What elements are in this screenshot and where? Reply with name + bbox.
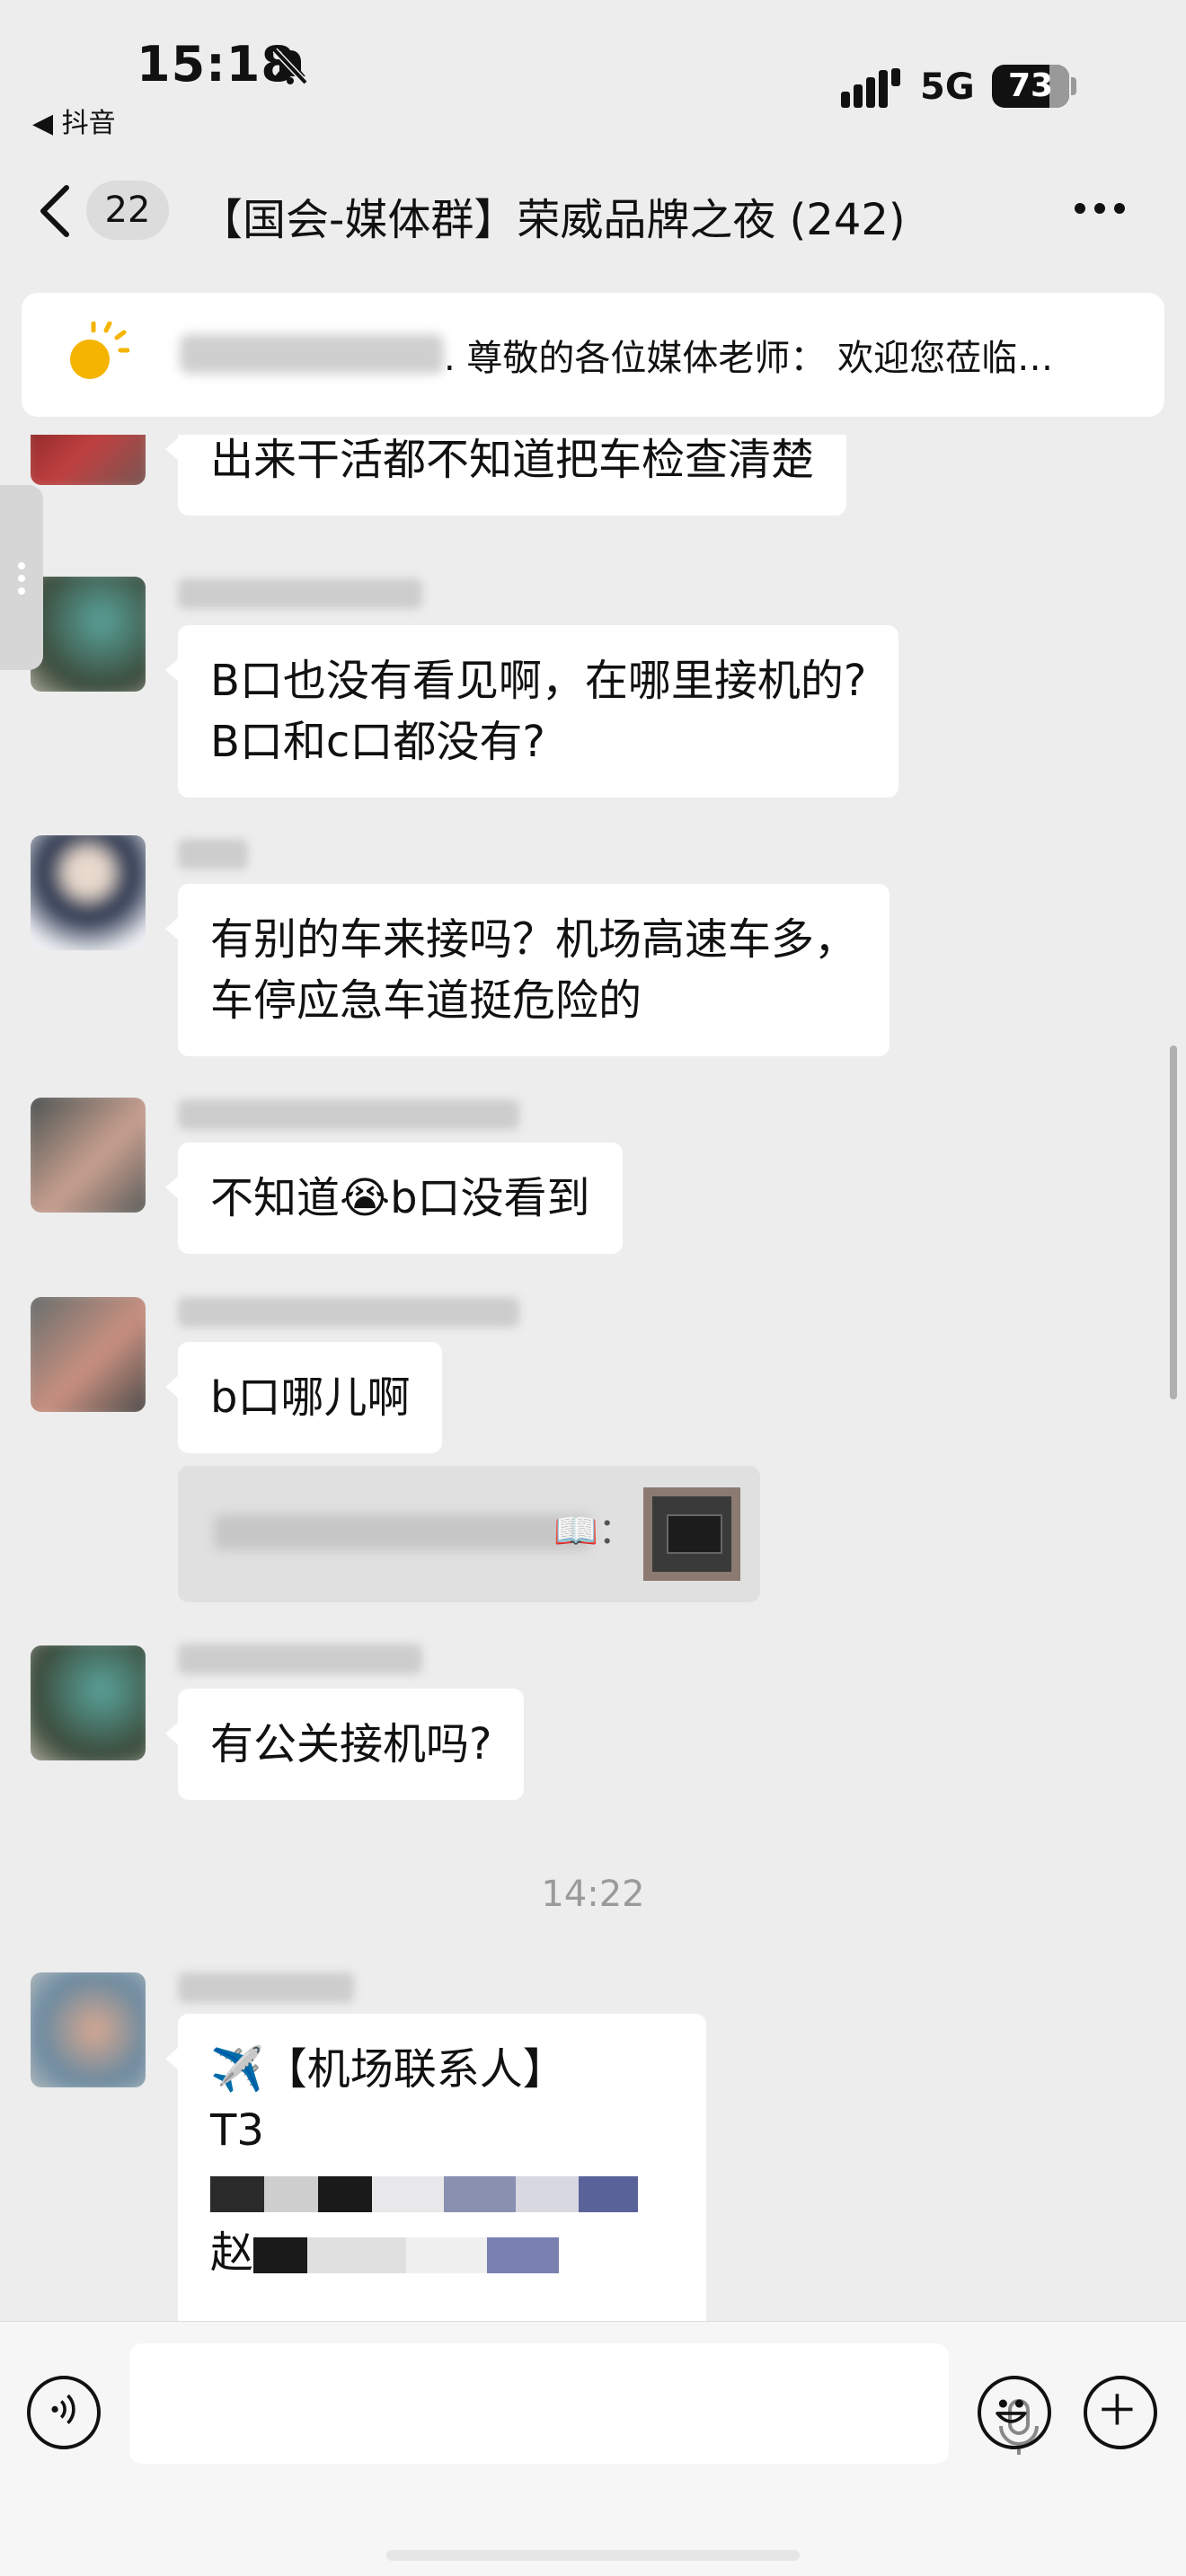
back-to-app-link[interactable]: ◀ 抖音 <box>32 101 116 140</box>
redacted-line-2: 赵 <box>210 2222 674 2283</box>
voice-icon[interactable] <box>27 2376 101 2449</box>
quoted-reply[interactable]: 📖： <box>178 1466 760 1602</box>
message-bubble[interactable]: B口也没有看见啊，在哪里接机的? B口和c口都没有? <box>164 625 899 798</box>
message-timestamp: 14:22 <box>541 1874 645 1915</box>
pinned-announcement[interactable]: . 尊敬的各位媒体老师： 欢迎您莅临… <box>22 293 1164 417</box>
message-bubble[interactable]: 有别的车来接吗？机场高速车多， 车停应急车道挺危险的 <box>164 884 890 1056</box>
quoted-sender-redacted <box>214 1514 591 1550</box>
nickname-redacted <box>178 1972 354 2003</box>
message-list[interactable]: 出来干活都不知道把车检查清楚 B口也没有看见啊，在哪里接机的? B口和c口都没有… <box>0 435 1186 2321</box>
nickname-redacted <box>178 1099 519 1130</box>
message-bubble[interactable]: b口哪儿啊 <box>164 1342 443 1453</box>
status-bar: 15:18 ◀ 抖音 5G 73 <box>0 0 1186 139</box>
plus-icon[interactable] <box>1084 2376 1157 2449</box>
message-bubble[interactable]: ✈️【机场联系人】 T3 赵 <box>165 2014 706 2321</box>
chevron-left-icon[interactable] <box>36 182 75 240</box>
chat-header: 22 【国会-媒体群】荣威品牌之夜 (242) <box>0 157 1186 265</box>
group-title[interactable]: 【国会-媒体群】荣威品牌之夜 (242) <box>199 184 906 247</box>
pinned-text: . 尊敬的各位媒体老师： 欢迎您莅临… <box>444 338 1054 379</box>
bell-slash-icon <box>272 48 308 85</box>
scrollbar[interactable] <box>1170 1045 1177 1399</box>
signal-bars-icon <box>841 68 900 108</box>
nickname-redacted <box>178 1644 422 1674</box>
nickname-redacted <box>178 1297 519 1328</box>
avatar[interactable] <box>31 1098 146 1213</box>
quoted-suffix: 📖： <box>553 1511 634 1552</box>
network-type: 5G <box>920 66 975 108</box>
side-drawer-handle[interactable] <box>0 485 43 670</box>
battery-tip <box>1071 77 1076 95</box>
battery-icon: 73 <box>992 65 1069 108</box>
unread-count-badge[interactable]: 22 <box>86 181 169 240</box>
avatar[interactable] <box>31 835 146 950</box>
avatar[interactable] <box>31 435 146 485</box>
home-indicator[interactable] <box>386 2550 800 2561</box>
quoted-image-thumbnail[interactable] <box>643 1487 740 1581</box>
message-input[interactable] <box>129 2343 1039 2464</box>
avatar[interactable] <box>31 1972 146 2087</box>
emoji-icon[interactable] <box>978 2376 1051 2449</box>
battery-level: 73 <box>1007 67 1054 104</box>
sun-icon <box>70 322 129 379</box>
message-bubble[interactable]: 出来干活都不知道把车检查清楚 <box>164 435 847 516</box>
avatar[interactable] <box>31 577 146 692</box>
message-bubble[interactable]: 有公关接机吗? <box>164 1689 525 1800</box>
nickname-redacted <box>178 839 248 869</box>
avatar[interactable] <box>31 1645 146 1760</box>
redacted-line <box>210 2161 674 2222</box>
pinned-sender-redacted <box>180 334 444 374</box>
avatar[interactable] <box>31 1297 146 1412</box>
more-icon[interactable] <box>1075 200 1137 222</box>
nickname-redacted <box>178 578 422 609</box>
input-bar <box>0 2321 1186 2576</box>
message-bubble[interactable]: 不知道😭b口没看到 <box>165 1142 623 1254</box>
